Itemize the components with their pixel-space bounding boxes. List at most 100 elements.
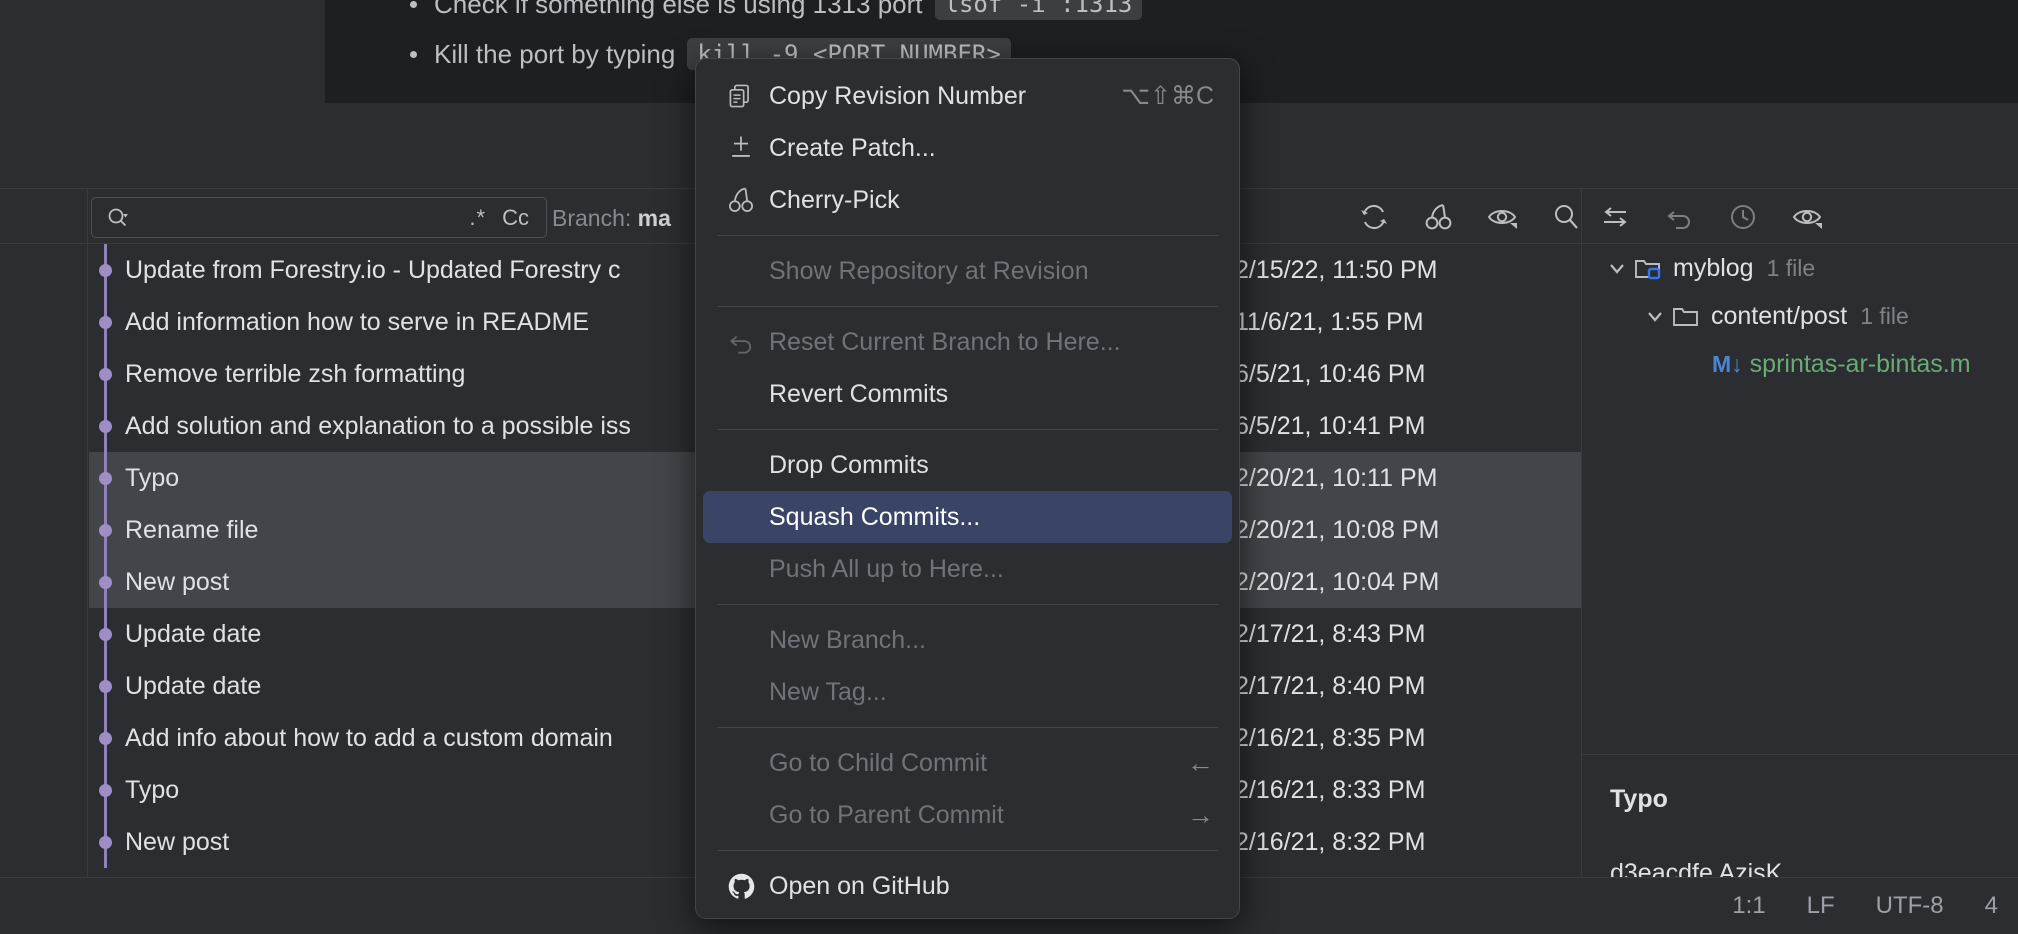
menu-item-shortcut: ← <box>1187 747 1214 778</box>
menu-item-label: Copy Revision Number <box>769 81 1027 110</box>
cherry-pick-icon[interactable] <box>1419 198 1457 236</box>
menu-item-create-patch[interactable]: Create Patch... <box>703 122 1232 174</box>
commit-graph-cell <box>89 556 121 608</box>
chevron-down-icon[interactable] <box>1604 255 1630 281</box>
history-icon[interactable] <box>1724 198 1762 236</box>
menu-item-revert-commits[interactable]: Revert Commits <box>703 368 1232 420</box>
menu-item-label: Show Repository at Revision <box>769 256 1089 285</box>
menu-item-label: Create Patch... <box>769 133 936 162</box>
commit-graph-dot <box>99 264 112 277</box>
search-icon[interactable] <box>1547 198 1585 236</box>
menu-item-label: Go to Child Commit <box>769 748 988 777</box>
tree-row-folder[interactable]: content/post 1 file <box>1582 292 2018 340</box>
menu-item-go-to-parent-commit: Go to Parent Commit → <box>703 789 1232 841</box>
search-input[interactable]: .* Cc <box>91 197 547 238</box>
commit-graph-cell <box>89 296 121 348</box>
menu-item-cherry-pick[interactable]: Cherry-Pick <box>703 174 1232 226</box>
commit-date: 2/20/21, 10:11 PM <box>1235 464 1438 492</box>
menu-item-icon-placeholder <box>724 500 758 534</box>
menu-item-label: New Tag... <box>769 677 887 706</box>
menu-item-label: Drop Commits <box>769 450 929 479</box>
revert-icon[interactable] <box>1660 198 1698 236</box>
cherry-pick-icon <box>724 183 758 217</box>
folder-icon <box>1672 304 1700 328</box>
menu-item-show-repository-at-revision: Show Repository at Revision <box>703 245 1232 297</box>
show-details-eye-icon[interactable] <box>1483 198 1521 236</box>
commit-list-gutter <box>0 244 88 877</box>
menu-separator <box>717 604 1218 605</box>
preview-eye-icon[interactable] <box>1788 198 1826 236</box>
commit-details-title: Typo <box>1610 785 1668 813</box>
commit-graph-dot <box>99 836 112 849</box>
commit-graph-dot <box>99 680 112 693</box>
branch-prefix-label: Branch: <box>552 205 638 231</box>
commit-date: 11/6/21, 1:55 PM <box>1235 308 1424 336</box>
branch-filter-rail <box>0 189 88 245</box>
patch-icon <box>724 131 758 165</box>
menu-item-reset-current-branch-to-here: Reset Current Branch to Here... <box>703 316 1232 368</box>
tree-row-repository[interactable]: myblog 1 file <box>1582 244 2018 292</box>
search-icon[interactable] <box>107 207 129 229</box>
menu-separator <box>717 235 1218 236</box>
status-bar-item[interactable]: 1:1 <box>1732 892 1765 920</box>
expand-collapse-icon[interactable] <box>1596 198 1634 236</box>
menu-item-go-to-child-commit: Go to Child Commit ← <box>703 737 1232 789</box>
git-log-toolbar-icons <box>1355 198 1585 236</box>
commit-date: 2/20/21, 10:08 PM <box>1235 516 1440 544</box>
commit-graph-dot <box>99 316 112 329</box>
menu-item-squash-commits[interactable]: Squash Commits... <box>703 491 1232 543</box>
status-bar-item[interactable]: UTF-8 <box>1876 892 1944 920</box>
menu-item-label: Squash Commits... <box>769 502 981 531</box>
commit-graph-cell <box>89 504 121 556</box>
menu-item-icon-placeholder <box>724 623 758 657</box>
commit-graph-cell <box>89 764 121 816</box>
tree-row-file[interactable]: M↓ sprintas-ar-bintas.m <box>1582 340 2018 388</box>
doc-line-1-text: Check if something else is using 1313 po… <box>434 0 923 19</box>
regex-toggle-button[interactable]: .* <box>469 205 486 231</box>
commit-date: 2/17/21, 8:40 PM <box>1235 672 1426 700</box>
copy-icon <box>724 79 758 113</box>
menu-item-label: Go to Parent Commit <box>769 800 1004 829</box>
changes-toolbar-icons <box>1596 198 1826 236</box>
commit-author: AzisK <box>1718 859 1783 877</box>
commit-graph-cell <box>89 816 121 868</box>
commit-date: 2/16/21, 8:33 PM <box>1235 776 1426 804</box>
menu-item-shortcut: → <box>1187 799 1214 830</box>
menu-item-new-branch: New Branch... <box>703 614 1232 666</box>
commit-date: 2/16/21, 8:32 PM <box>1235 828 1426 856</box>
repository-name: myblog <box>1673 253 1754 282</box>
status-bar-item[interactable]: 4 <box>1985 892 1998 920</box>
menu-item-label: New Branch... <box>769 625 927 654</box>
changed-files-tree[interactable]: myblog 1 file content/post 1 file M↓ spr… <box>1582 244 2018 754</box>
app-window: Check if something else is using 1313 po… <box>0 0 2018 934</box>
match-case-toggle-button[interactable]: Cc <box>502 205 529 231</box>
github-icon <box>724 869 758 903</box>
menu-item-label: Reset Current Branch to Here... <box>769 327 1121 356</box>
commit-date: 2/15/22, 11:50 PM <box>1235 256 1438 284</box>
commit-context-menu[interactable]: Copy Revision Number ⌥⇧⌘C Create Patch... C… <box>695 58 1240 919</box>
refresh-icon[interactable] <box>1355 198 1393 236</box>
commit-graph-cell <box>89 452 121 504</box>
commit-graph-dot <box>99 420 112 433</box>
modified-status-badge: M↓ <box>1712 350 1743 377</box>
menu-item-icon-placeholder <box>724 377 758 411</box>
commit-date: 6/5/21, 10:46 PM <box>1235 360 1426 388</box>
menu-item-label: Push All up to Here... <box>769 554 1004 583</box>
menu-item-icon-placeholder <box>724 675 758 709</box>
doc-bullet-line-1: Check if something else is using 1313 po… <box>410 0 1143 20</box>
commit-graph-cell <box>89 608 121 660</box>
chevron-down-icon[interactable] <box>1642 303 1668 329</box>
status-bar-item[interactable]: LF <box>1807 892 1835 920</box>
commit-graph-cell <box>89 400 121 452</box>
menu-item-drop-commits[interactable]: Drop Commits <box>703 439 1232 491</box>
menu-item-copy-revision-number[interactable]: Copy Revision Number ⌥⇧⌘C <box>703 70 1232 122</box>
commit-graph-cell <box>89 712 121 764</box>
reset-icon <box>724 325 758 359</box>
file-name: sprintas-ar-bintas.m <box>1749 349 1971 378</box>
menu-item-shortcut: ⌥⇧⌘C <box>1121 82 1214 110</box>
commit-graph-dot <box>99 524 112 537</box>
menu-item-open-on-github[interactable]: Open on GitHub <box>703 860 1232 912</box>
branch-selector[interactable]: Branch: ma <box>552 205 671 232</box>
menu-item-icon-placeholder <box>724 798 758 832</box>
modified-status-letter: M <box>1712 350 1732 377</box>
